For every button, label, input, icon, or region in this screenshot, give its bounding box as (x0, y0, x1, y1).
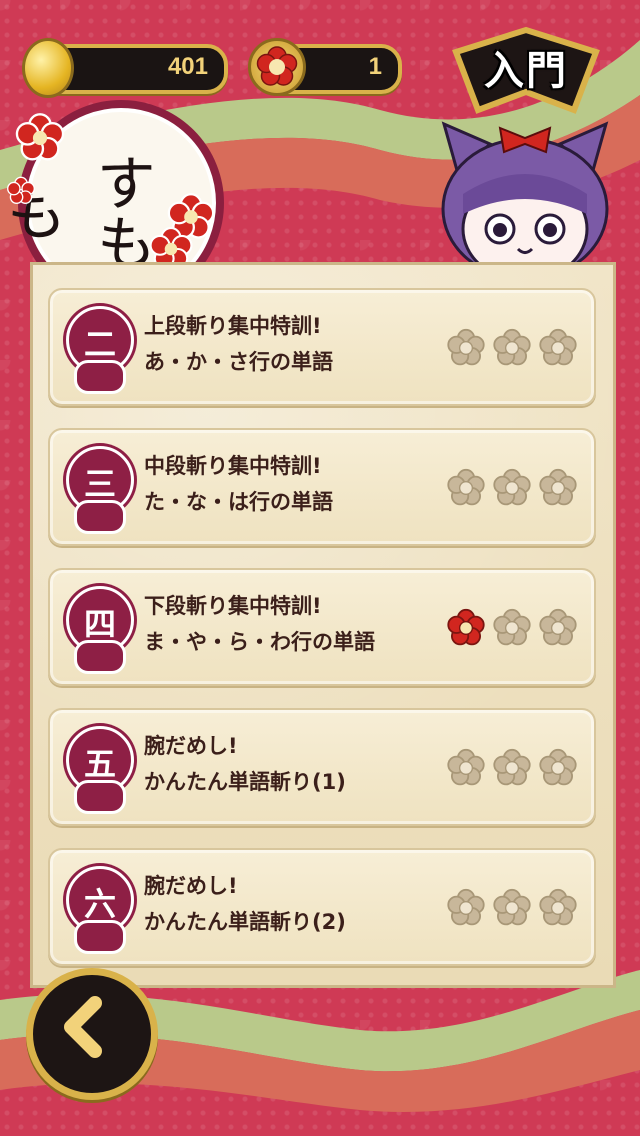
stage-number: 三 (83, 465, 116, 503)
stage-title-line2: かんたん単語斬り(2) (144, 910, 346, 934)
flower-icon (248, 38, 306, 96)
star-empty-icon (538, 328, 578, 368)
chevron-left-icon (64, 996, 102, 1058)
stage-number: 六 (83, 885, 116, 923)
star-empty-icon (446, 468, 486, 508)
star-empty-icon (492, 468, 532, 508)
star-empty-icon (538, 748, 578, 788)
star-filled-icon (446, 608, 486, 648)
star-empty-icon (492, 748, 532, 788)
coin-count: 401 (167, 53, 208, 80)
stage-title: 腕だめし! かんたん単語斬り(1) (144, 728, 346, 800)
stage-title-line2: た・な・は行の単語 (144, 490, 333, 514)
star-empty-icon (538, 608, 578, 648)
star-empty-icon (538, 888, 578, 928)
paw-icon (74, 640, 126, 674)
star-rating (446, 608, 578, 648)
stage-row[interactable]: 六 腕だめし! かんたん単語斬り(2) (48, 848, 596, 966)
rank-label: 入門 (484, 47, 568, 94)
star-empty-icon (446, 748, 486, 788)
paw-icon (74, 360, 126, 394)
stage-title-line1: 上段斬り集中特訓! (144, 314, 322, 338)
flower-count: 1 (368, 53, 382, 80)
stage-number: 四 (83, 605, 116, 643)
stage-title-line1: 下段斬り集中特訓! (144, 594, 322, 618)
paw-icon (74, 780, 126, 814)
stage-row[interactable]: 五 腕だめし! かんたん単語斬り(1) (48, 708, 596, 826)
stage-number: 五 (83, 745, 116, 783)
stage-title-line1: 腕だめし! (144, 874, 238, 898)
stage-number: 二 (83, 325, 116, 363)
star-rating (446, 468, 578, 508)
plum-blossom-icon (7, 176, 35, 204)
back-button[interactable] (26, 968, 158, 1100)
stage-title-line1: 中段斬り集中特訓! (144, 454, 322, 478)
star-rating (446, 888, 578, 928)
stage-title-line1: 腕だめし! (144, 734, 238, 758)
star-empty-icon (446, 888, 486, 928)
stage-title: 腕だめし! かんたん単語斬り(2) (144, 868, 346, 940)
stage-title-line2: かんたん単語斬り(1) (144, 770, 346, 794)
stage-title: 中段斬り集中特訓! た・な・は行の単語 (144, 448, 333, 520)
star-empty-icon (492, 608, 532, 648)
star-rating (446, 328, 578, 368)
star-empty-icon (492, 888, 532, 928)
paw-icon (74, 500, 126, 534)
star-rating (446, 748, 578, 788)
stage-title-line2: ま・や・ら・わ行の単語 (144, 630, 375, 654)
paw-icon (74, 920, 126, 954)
star-empty-icon (538, 468, 578, 508)
stage-row[interactable]: 二 上段斬り集中特訓! あ・か・さ行の単語 (48, 288, 596, 406)
star-empty-icon (446, 328, 486, 368)
stage-row[interactable]: 四 下段斬り集中特訓! ま・や・ら・わ行の単語 (48, 568, 596, 686)
star-empty-icon (492, 328, 532, 368)
stage-row[interactable]: 三 中段斬り集中特訓! た・な・は行の単語 (48, 428, 596, 546)
stage-title-line2: あ・か・さ行の単語 (144, 350, 333, 374)
plum-blossom-icon (15, 113, 65, 161)
coin-icon (22, 38, 74, 98)
stage-title: 上段斬り集中特訓! あ・か・さ行の単語 (144, 308, 333, 380)
stage-title: 下段斬り集中特訓! ま・や・ら・わ行の単語 (144, 588, 375, 660)
